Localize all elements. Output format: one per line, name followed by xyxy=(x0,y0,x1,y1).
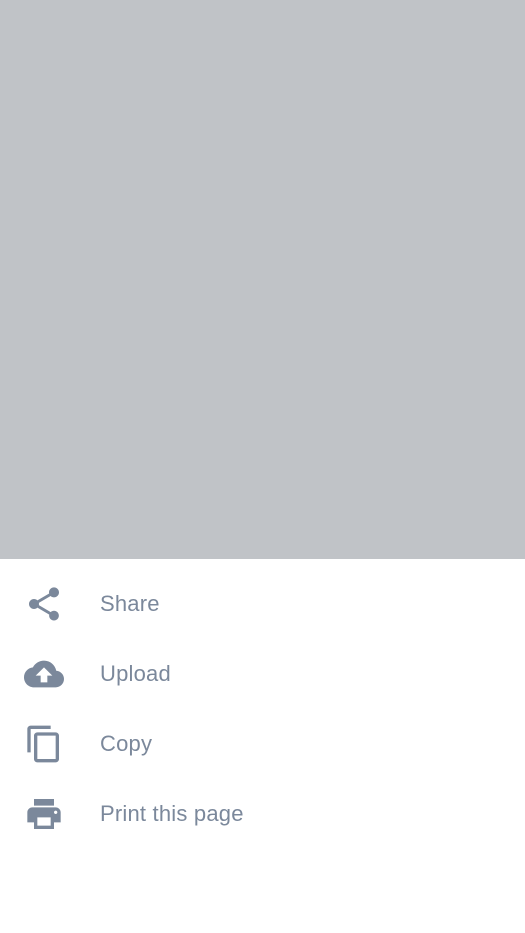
bottom-sheet: Share Upload Copy Print this page xyxy=(0,559,525,933)
sheet-item-label: Upload xyxy=(100,661,171,686)
sheet-item-copy[interactable]: Copy xyxy=(0,709,525,779)
sheet-item-label: Print this page xyxy=(100,801,244,826)
share-icon xyxy=(24,584,64,624)
sheet-item-label: Share xyxy=(100,591,160,616)
cloud-upload-icon xyxy=(24,654,64,694)
sheet-item-upload[interactable]: Upload xyxy=(0,639,525,709)
copy-icon xyxy=(24,724,64,764)
sheet-item-print[interactable]: Print this page xyxy=(0,779,525,849)
background-scrim[interactable] xyxy=(0,0,525,559)
sheet-item-label: Copy xyxy=(100,731,153,756)
print-icon xyxy=(24,794,64,834)
sheet-item-share[interactable]: Share xyxy=(0,569,525,639)
bottom-sheet-list: Share Upload Copy Print this page xyxy=(0,559,525,849)
